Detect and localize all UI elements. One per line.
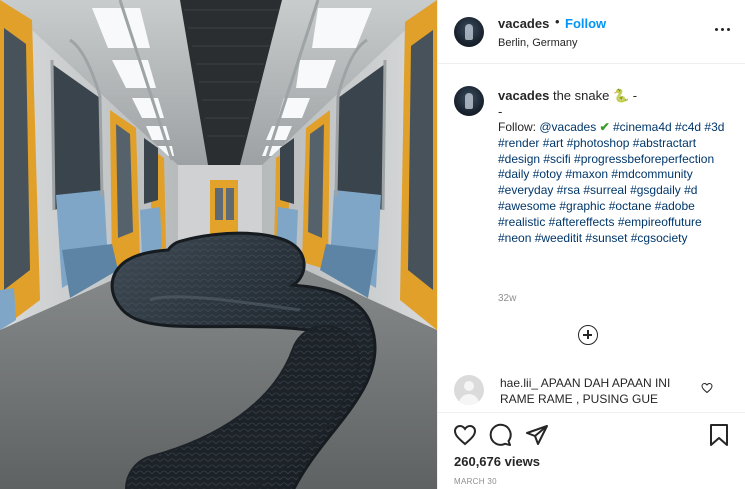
commenter-avatar[interactable]	[454, 375, 484, 405]
caption-hashtags[interactable]: #c4d #3d #render #art #photoshop #abstra…	[498, 120, 724, 245]
more-options-icon[interactable]	[713, 22, 733, 38]
share-icon[interactable]	[525, 423, 549, 447]
post-location[interactable]: Berlin, Germany	[498, 37, 577, 49]
comment-item: hae.lii_ APAAN DAH APAAN INI RAME RAME ,…	[438, 372, 745, 412]
post-side-panel: vacades • Follow Berlin, Germany vacades…	[437, 0, 745, 489]
caption-body: Follow: @vacades ✔ #cinema4d #c4d #3d #r…	[498, 120, 738, 246]
view-count[interactable]: 260,676 views	[454, 454, 540, 469]
caption-username[interactable]: vacades	[498, 88, 549, 103]
bookmark-icon[interactable]	[708, 423, 730, 447]
caption-header: vacades the snake 🐍 -	[498, 88, 637, 104]
instagram-post-view: vacades • Follow Berlin, Germany vacades…	[0, 0, 745, 489]
caption-follow-prefix: Follow:	[498, 120, 540, 134]
post-header: vacades • Follow Berlin, Germany	[438, 0, 745, 64]
follow-button[interactable]: Follow	[565, 16, 606, 31]
caption-title: the snake 🐍 -	[552, 88, 638, 103]
commenter-username[interactable]: hae.lii_	[500, 376, 538, 390]
post-media-image[interactable]	[0, 0, 437, 489]
caption-author-avatar[interactable]	[454, 86, 484, 116]
comment-text-block: hae.lii_ APAAN DAH APAAN INI RAME RAME ,…	[500, 375, 700, 407]
caption-time-ago: 32w	[498, 293, 517, 304]
caption-dash: -	[498, 104, 503, 119]
check-mark-icon: ✔	[599, 120, 610, 134]
author-avatar[interactable]	[454, 17, 484, 47]
author-username[interactable]: vacades	[498, 16, 549, 31]
subway-snake-render	[0, 0, 437, 489]
heart-icon[interactable]	[453, 423, 477, 447]
comment-like-heart-icon[interactable]	[701, 382, 713, 394]
caption-mention-link[interactable]: @vacades	[539, 120, 596, 134]
post-date[interactable]: MARCH 30	[454, 477, 497, 486]
plus-circle-icon[interactable]	[578, 325, 598, 345]
comment-icon[interactable]	[488, 423, 512, 447]
caption-hashtag-link[interactable]: #cinema4d	[613, 120, 672, 134]
post-actions: 260,676 views MARCH 30	[438, 412, 745, 489]
separator-dot: •	[555, 14, 560, 29]
